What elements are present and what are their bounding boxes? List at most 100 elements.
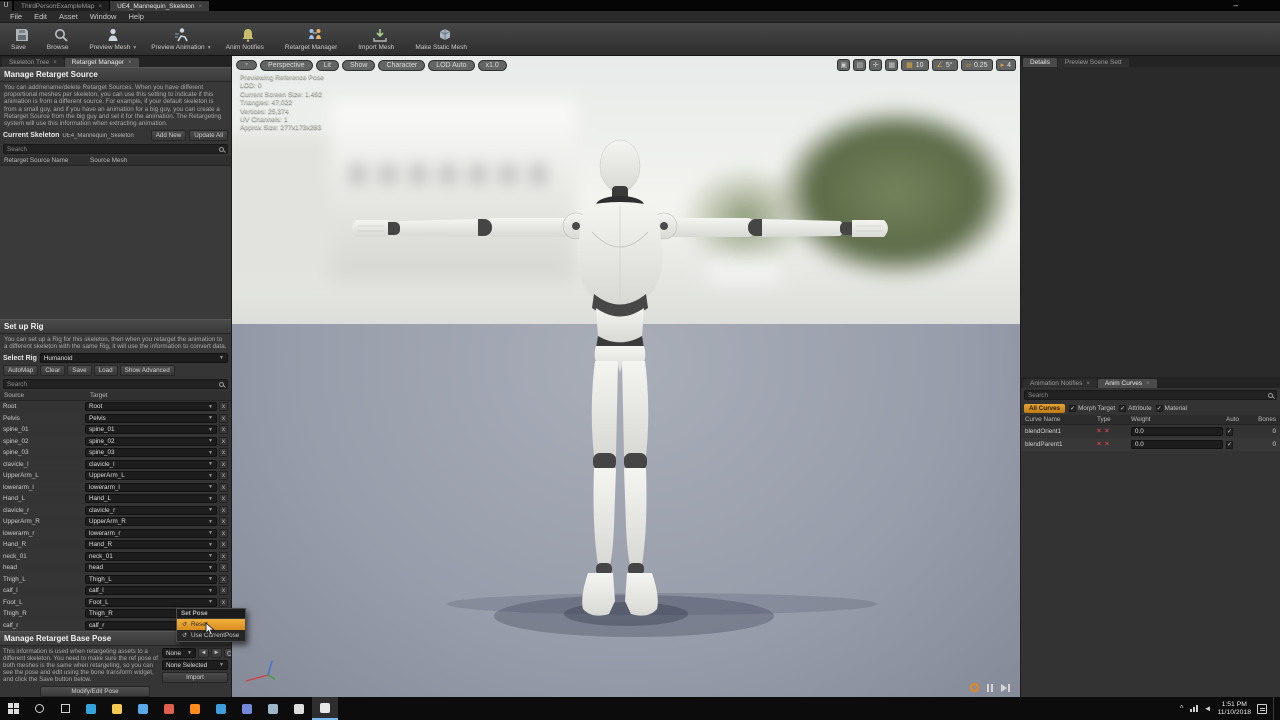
curve-weight-input[interactable]: 0.0 <box>1131 427 1223 436</box>
panel-tab[interactable]: Skeleton Tree × <box>2 58 64 67</box>
all-curves-filter-button[interactable]: All Curves <box>1024 404 1065 413</box>
pause-button[interactable] <box>987 684 993 692</box>
rig-action-button[interactable]: Show Advanced <box>120 365 175 376</box>
start-button[interactable] <box>0 697 26 720</box>
rotation-snap-control[interactable]: ∠ 5° <box>932 59 958 71</box>
menu-item[interactable]: Edit <box>28 12 53 21</box>
find-pose-button[interactable] <box>224 648 232 658</box>
translate-gizmo-icon[interactable]: ✛ <box>869 59 882 71</box>
viewport-mode-button[interactable]: LOD Auto <box>428 60 474 71</box>
taskbar-clock[interactable]: 1:51 PM 11/10/2018 <box>1217 701 1251 717</box>
bone-target-dropdown[interactable]: clavicle_l ▼ <box>85 460 217 469</box>
cortana-icon[interactable] <box>26 697 52 720</box>
import-button[interactable]: Import <box>162 672 228 683</box>
toolbar-button[interactable]: Preview Mesh ▼ <box>82 24 144 54</box>
volume-icon[interactable]: ◄ <box>1204 704 1212 713</box>
clear-mapping-button[interactable]: x <box>219 517 228 526</box>
taskbar-app-icon[interactable] <box>78 697 104 720</box>
clear-mapping-button[interactable]: x <box>219 494 228 503</box>
window-minimize-icon[interactable]: – <box>1234 1 1238 10</box>
toolbar-button[interactable]: Import Mesh ▼ <box>351 24 408 54</box>
bone-target-dropdown[interactable]: Hand_L ▼ <box>85 494 217 503</box>
taskbar-app-icon[interactable] <box>104 697 130 720</box>
menu-item[interactable]: Asset <box>53 12 84 21</box>
close-icon[interactable]: × <box>1146 381 1150 387</box>
curve-filter-toggle[interactable]: ✓ Attribute <box>1119 405 1151 412</box>
viewport-mode-button[interactable]: Perspective <box>260 60 313 71</box>
tray-expand-icon[interactable]: ^ <box>1180 704 1184 713</box>
taskbar-app-icon[interactable] <box>182 697 208 720</box>
bone-target-dropdown[interactable]: spine_02 ▼ <box>85 437 217 446</box>
task-view-icon[interactable] <box>52 697 78 720</box>
bone-target-dropdown[interactable]: Root ▼ <box>85 402 217 411</box>
bone-mapping-search-input[interactable]: Search <box>3 379 228 389</box>
record-button[interactable] <box>970 683 979 692</box>
taskbar-app-icon[interactable] <box>312 697 338 720</box>
bone-target-dropdown[interactable]: clavicle_r ▼ <box>85 506 217 515</box>
rig-action-button[interactable]: Load <box>94 365 118 376</box>
curve-row[interactable]: blendOrient1 × × 0.0 ✓ 0 <box>1021 425 1280 438</box>
panel-tab[interactable]: Retarget Manager × <box>65 58 139 67</box>
bone-target-dropdown[interactable]: lowerarm_l ▼ <box>85 483 217 492</box>
window-tab[interactable]: UE4_Mannequin_Skeleton × <box>110 1 210 11</box>
curve-row[interactable]: blendParent1 × × 0.0 ✓ 0 <box>1021 438 1280 451</box>
select-rig-dropdown[interactable]: Humanoid ▼ <box>40 353 228 363</box>
clear-mapping-button[interactable]: x <box>219 448 228 457</box>
toolbar-button[interactable]: Make Static Mesh ▼ <box>408 24 481 54</box>
clear-mapping-button[interactable]: x <box>219 483 228 492</box>
clear-mapping-button[interactable]: x <box>219 425 228 434</box>
clear-mapping-button[interactable]: x <box>219 402 228 411</box>
bone-target-dropdown[interactable]: spine_01 ▼ <box>85 425 217 434</box>
base-pose-dropdown[interactable]: None ▼ <box>162 648 196 658</box>
add-new-button[interactable]: Add New <box>151 130 187 141</box>
panel-tab[interactable]: Preview Scene Sett <box>1058 58 1129 67</box>
curve-auto-checkbox[interactable]: ✓ <box>1226 428 1250 435</box>
clear-mapping-button[interactable]: x <box>219 552 228 561</box>
curve-weight-input[interactable]: 0.0 <box>1131 440 1223 449</box>
clear-mapping-button[interactable]: x <box>219 506 228 515</box>
taskbar-app-icon[interactable] <box>156 697 182 720</box>
taskbar-app-icon[interactable] <box>130 697 156 720</box>
rig-action-button[interactable]: Save <box>67 365 91 376</box>
close-icon[interactable]: × <box>98 3 102 10</box>
bone-target-dropdown[interactable]: neck_01 ▼ <box>85 552 217 561</box>
bone-target-dropdown[interactable]: head ▼ <box>85 563 217 572</box>
viewport-mode-button[interactable]: x1.0 <box>478 60 507 71</box>
toolbar-button[interactable]: Retarget Manager ▼ <box>278 24 351 54</box>
curve-filter-toggle[interactable]: ✓ Material <box>1156 405 1187 412</box>
bone-target-dropdown[interactable]: lowerarm_r ▼ <box>85 529 217 538</box>
bone-target-dropdown[interactable]: spine_03 ▼ <box>85 448 217 457</box>
clear-mapping-button[interactable]: x <box>219 563 228 572</box>
clear-mapping-button[interactable]: x <box>219 586 228 595</box>
screenshot-icon[interactable]: ▤ <box>853 59 866 71</box>
modify-edit-pose-button[interactable]: Modify/Edit Pose <box>40 686 150 697</box>
clear-mapping-button[interactable]: x <box>219 598 228 607</box>
grid-snap-control[interactable]: ▦ 10 <box>901 59 928 71</box>
clear-mapping-button[interactable]: x <box>219 529 228 538</box>
bone-target-dropdown[interactable]: UpperArm_R ▼ <box>85 517 217 526</box>
close-icon[interactable]: × <box>53 60 57 66</box>
step-forward-button[interactable] <box>1001 684 1010 692</box>
viewport-options-button[interactable]: ▼ <box>236 60 257 70</box>
viewport-mode-button[interactable]: Character <box>378 60 425 71</box>
camera-speed-control[interactable]: ▸ 4 <box>996 59 1016 71</box>
toolbar-button[interactable]: Save ▼ <box>4 24 40 54</box>
toolbar-button[interactable]: Browse ▼ <box>40 24 83 54</box>
taskbar-app-icon[interactable] <box>208 697 234 720</box>
panel-tab[interactable]: Animation Notifies × <box>1023 379 1097 388</box>
rig-action-button[interactable]: Clear <box>40 365 65 376</box>
clear-mapping-button[interactable]: x <box>219 540 228 549</box>
menu-item[interactable]: File <box>4 12 28 21</box>
scale-snap-control[interactable]: ▱ 0.25 <box>961 59 993 71</box>
surface-snap-icon[interactable]: ▦ <box>885 59 898 71</box>
show-desktop-button[interactable] <box>1273 697 1276 720</box>
taskbar-app-icon[interactable] <box>260 697 286 720</box>
viewport-mode-button[interactable]: Show <box>342 60 376 71</box>
toolbar-button[interactable]: Preview Animation ▼ <box>144 24 218 54</box>
close-icon[interactable]: × <box>1086 381 1090 387</box>
taskbar-app-icon[interactable] <box>234 697 260 720</box>
clear-mapping-button[interactable]: x <box>219 414 228 423</box>
bone-target-dropdown[interactable]: calf_l ▼ <box>85 586 217 595</box>
network-icon[interactable] <box>1190 705 1198 712</box>
prev-pose-button[interactable]: ◄ <box>198 648 209 658</box>
